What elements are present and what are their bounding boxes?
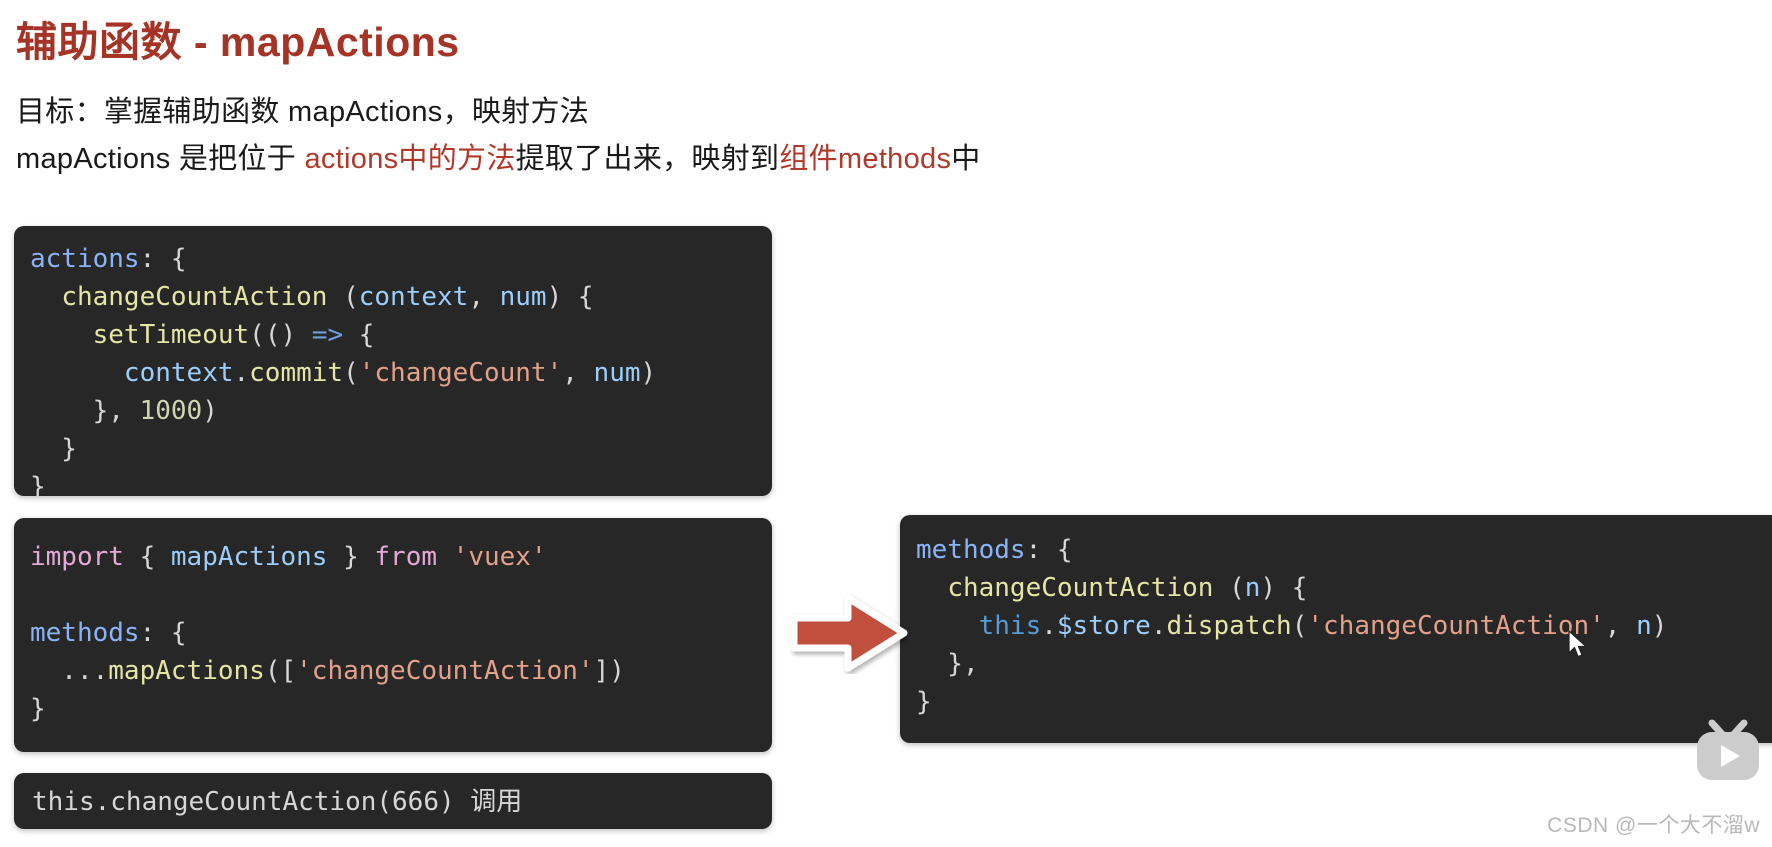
description-highlight-actions: actions中的方法: [304, 143, 516, 175]
code-token: },: [916, 649, 979, 679]
code-line: changeCountAction (context, num) {: [30, 278, 772, 316]
code-token: ([: [264, 656, 297, 686]
code-token: (: [343, 358, 359, 388]
code-token: 'changeCountAction': [296, 656, 594, 686]
code-token: n: [1636, 611, 1652, 641]
code-token: setTimeout: [92, 320, 250, 350]
code-line: }, 1000): [30, 392, 772, 430]
code-line: }: [30, 468, 772, 496]
code-line: context.commit('changeCount', num): [30, 354, 772, 392]
code-token: ): [202, 396, 218, 426]
description-text: mapActions 是把位于 actions中的方法提取了出来，映射到组件me…: [16, 135, 981, 177]
code-token: ,: [562, 358, 594, 388]
description-seg-5: 中: [951, 143, 981, 175]
code-token: : {: [139, 244, 187, 274]
bilibili-logo-icon: [1692, 718, 1764, 784]
code-token: dispatch: [1166, 611, 1292, 641]
description-highlight-methods: 组件methods: [779, 143, 952, 175]
code-line: methods: {: [30, 614, 772, 652]
code-token: mapActions: [170, 542, 328, 572]
code-token: 1000: [139, 396, 203, 426]
description-seg-1: mapActions 是把位于: [16, 143, 305, 175]
code-token: {: [123, 542, 171, 572]
code-token: }: [916, 687, 932, 717]
code-token: {: [343, 320, 375, 350]
code-token: (: [1291, 611, 1308, 641]
code-token: changeCountAction: [947, 573, 1214, 603]
code-token: }: [327, 542, 375, 572]
code-token: .: [233, 358, 250, 388]
code-token: $store: [1056, 611, 1151, 641]
code-line: }: [30, 690, 772, 728]
code-token: mapActions: [108, 656, 265, 686]
code-token: commit: [249, 358, 344, 388]
code-line: ...mapActions(['changeCountAction']): [30, 652, 772, 690]
code-token: ): [640, 358, 657, 388]
code-token: : {: [139, 618, 187, 648]
code-token: this.changeCountAction(666) 调用: [32, 787, 523, 817]
code-token: (: [1213, 573, 1245, 603]
code-token: num: [593, 358, 641, 388]
code-token: ) {: [546, 282, 594, 312]
code-line: setTimeout(() => {: [30, 316, 772, 354]
code-token: }: [30, 694, 46, 724]
code-token: (: [327, 282, 359, 312]
code-line: methods: {: [916, 531, 1772, 569]
code-token: actions: [30, 244, 140, 274]
code-line: this.changeCountAction(666) 调用: [32, 783, 772, 821]
code-token: from: [374, 542, 438, 572]
expanded-methods-code-block: methods: { changeCountAction (n) { this.…: [900, 515, 1772, 743]
code-line: }: [30, 430, 772, 468]
invocation-code-block: this.changeCountAction(666) 调用: [14, 773, 772, 829]
code-token: num: [499, 282, 547, 312]
code-token: 'vuex': [452, 542, 547, 572]
code-line: import { mapActions } from 'vuex': [30, 538, 772, 576]
code-token: ]): [593, 656, 625, 686]
code-token: this: [978, 611, 1042, 641]
code-token: .: [1150, 611, 1167, 641]
code-token: methods: [30, 618, 140, 648]
code-token: ...: [30, 656, 109, 686]
code-token: ,: [1604, 611, 1637, 641]
code-token: .: [1041, 611, 1057, 641]
code-token: ,: [468, 282, 500, 312]
code-token: },: [30, 396, 140, 426]
component-mapactions-code-block: import { mapActions } from 'vuex' method…: [14, 518, 772, 752]
code-token: }: [30, 472, 46, 496]
description-seg-3: 提取了出来，映射到: [515, 143, 780, 175]
code-token: }: [30, 434, 77, 464]
code-token: ) {: [1260, 573, 1308, 603]
code-line: changeCountAction (n) {: [916, 569, 1772, 607]
code-line: }: [916, 683, 1772, 721]
code-token: import: [30, 542, 124, 572]
code-line: },: [916, 645, 1772, 683]
code-token: methods: [916, 535, 1026, 565]
csdn-watermark: CSDN @一个大不溜w: [1547, 814, 1760, 837]
code-line: actions: {: [30, 240, 772, 278]
code-token: context: [358, 282, 469, 312]
code-token: =>: [311, 320, 344, 350]
code-token: 'changeCountAction': [1307, 611, 1605, 641]
code-token: changeCountAction: [61, 282, 328, 312]
actions-store-code-block: actions: { changeCountAction (context, n…: [14, 226, 772, 496]
goal-text: 目标：掌握辅助函数 mapActions，映射方法: [16, 96, 590, 128]
code-token: context: [123, 358, 234, 388]
code-token: ): [1651, 611, 1668, 641]
code-token: n: [1244, 573, 1261, 603]
code-token: ((): [249, 320, 312, 350]
page-title: 辅助函数 - mapActions: [16, 19, 460, 65]
code-line: this.$store.dispatch('changeCountAction'…: [916, 607, 1772, 645]
code-token: : {: [1025, 535, 1073, 565]
code-token: 'changeCount': [358, 358, 563, 388]
flow-arrow-right-icon: [790, 592, 908, 674]
